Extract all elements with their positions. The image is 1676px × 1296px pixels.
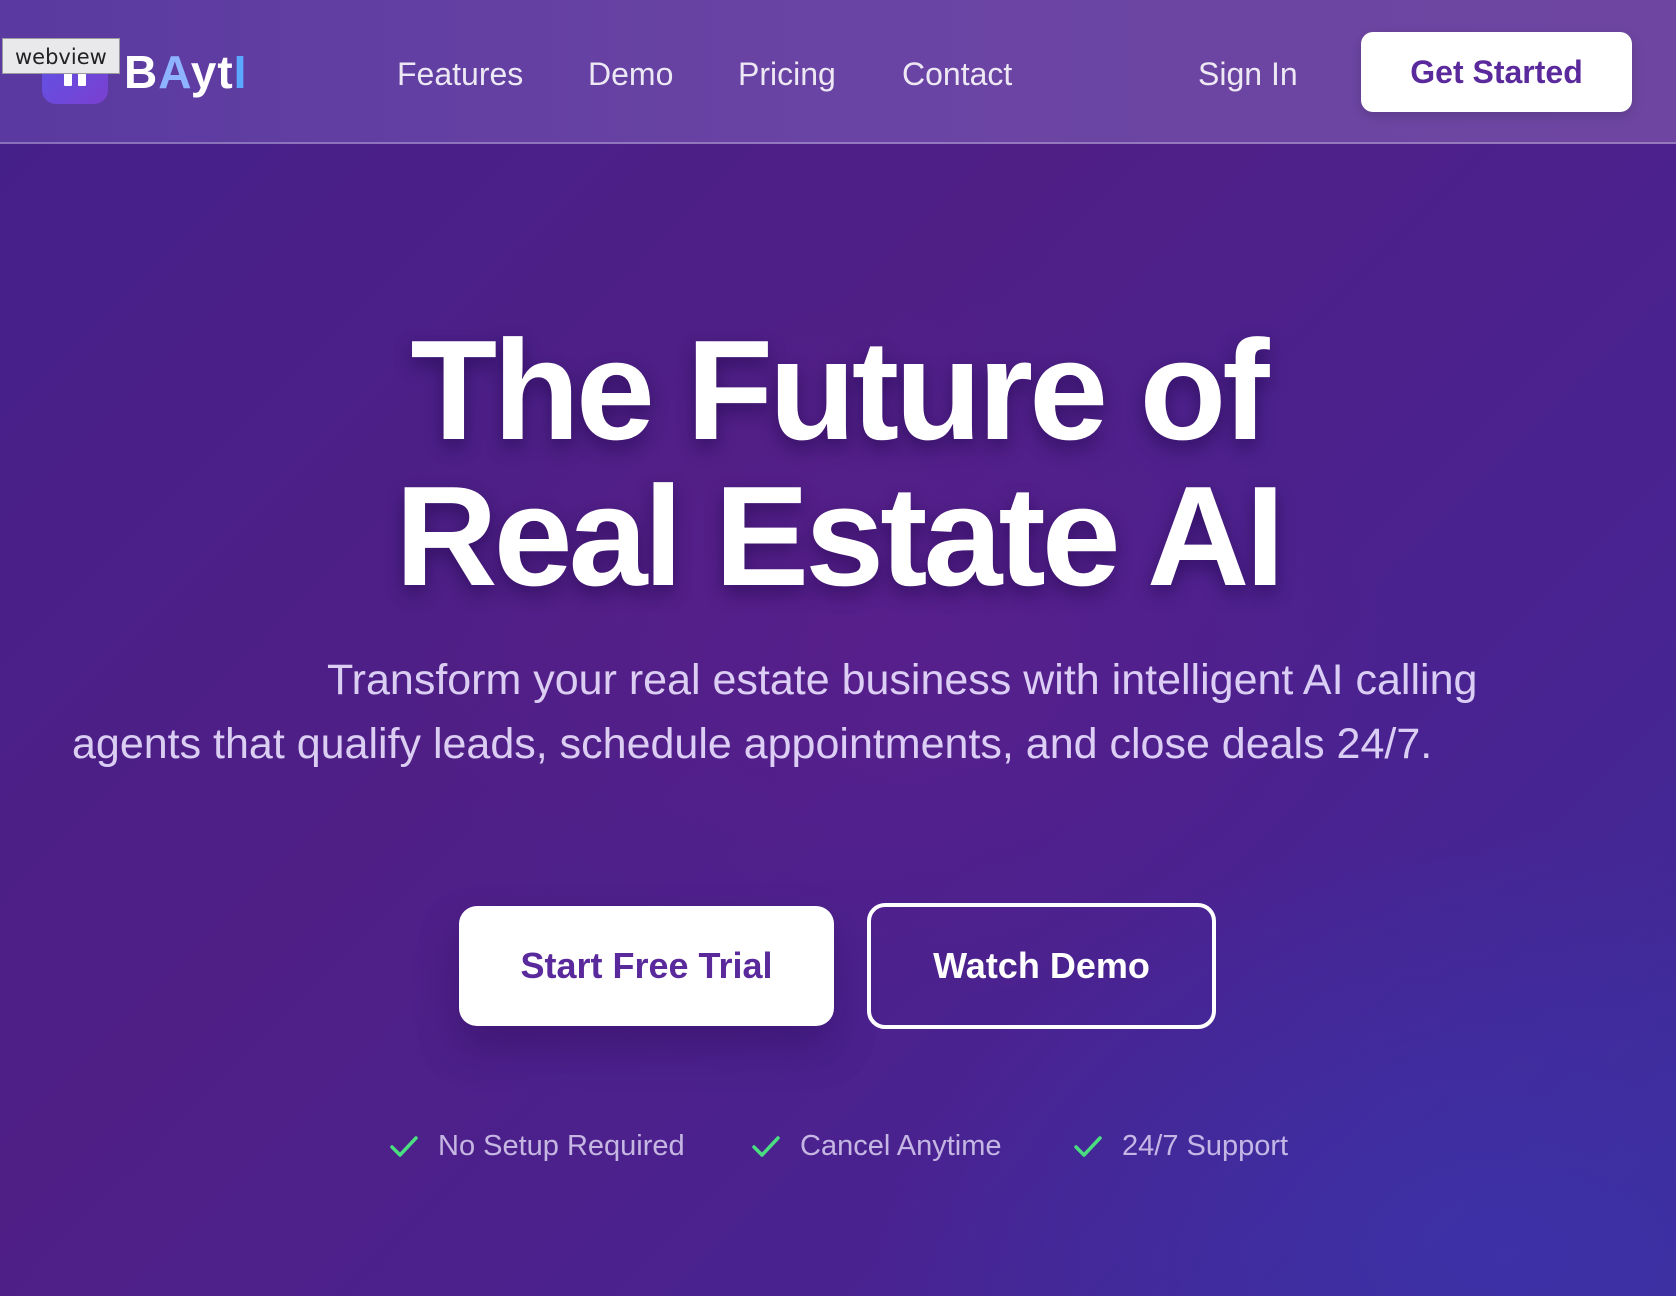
hero-subtitle-line-1: Transform your real estate business with…: [327, 656, 1478, 704]
check-icon: [390, 1136, 418, 1157]
brand-name-part: B: [124, 46, 159, 98]
feature-item: No Setup Required: [388, 1126, 685, 1166]
nav-link-demo[interactable]: Demo: [588, 52, 673, 96]
brand-name-part: I: [233, 46, 248, 98]
feature-label: No Setup Required: [438, 1130, 685, 1162]
hero-title: The Future of Real Estate AI: [0, 318, 1676, 610]
brand-name-part: A: [158, 46, 191, 98]
feature-label: Cancel Anytime: [800, 1130, 1002, 1162]
brand-name[interactable]: BAytI: [124, 44, 247, 100]
check-icon: [752, 1136, 780, 1157]
check-icon: [1074, 1136, 1102, 1157]
hero-title-line-1: The Future of: [410, 311, 1269, 470]
feature-highlights: No Setup Required Cancel Anytime 24/7 Su…: [0, 1126, 1676, 1166]
webview-label: webview: [2, 38, 120, 74]
top-navbar: BAytI Features Demo Pricing Contact Sign…: [0, 0, 1676, 144]
feature-item: 24/7 Support: [1072, 1126, 1288, 1166]
hero-title-line-2: Real Estate AI: [395, 457, 1285, 616]
nav-link-features[interactable]: Features: [397, 52, 523, 96]
feature-item: Cancel Anytime: [750, 1126, 1002, 1166]
hero-subtitle: Transform your real estate business with…: [72, 648, 1612, 776]
hero-subtitle-line-2: agents that qualify leads, schedule appo…: [72, 720, 1433, 768]
nav-link-pricing[interactable]: Pricing: [738, 52, 836, 96]
watch-demo-button[interactable]: Watch Demo: [867, 903, 1216, 1029]
feature-label: 24/7 Support: [1122, 1130, 1289, 1162]
get-started-button[interactable]: Get Started: [1361, 32, 1632, 112]
sign-in-link[interactable]: Sign In: [1198, 52, 1298, 96]
start-free-trial-button[interactable]: Start Free Trial: [459, 906, 834, 1026]
brand-name-part: yt: [190, 46, 234, 98]
nav-link-contact[interactable]: Contact: [902, 52, 1012, 96]
